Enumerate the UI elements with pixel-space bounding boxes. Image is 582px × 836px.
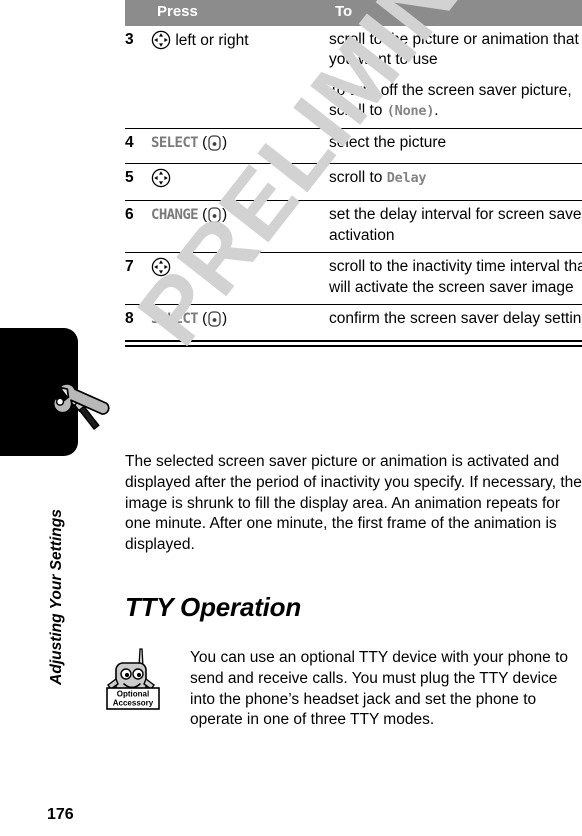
step-to-text: set the delay interval for screen saver … [329,206,582,244]
step-press-text: left or right [175,31,249,49]
header-press: Press [151,0,329,26]
step-press: CHANGE ( ) [151,200,329,254]
table-row: 5 scroll to Delay [125,163,582,202]
content-column: Press To 3 left or right scroll to the p… [106,0,582,728]
step-to-text: confirm the screen saver delay setting [329,310,582,328]
paren-close: ) [222,310,228,328]
step-press: left or right [151,26,329,77]
paren-open: ( [197,310,208,328]
table-row: 8 SELECT ( ) confirm the screen saver de… [125,304,582,342]
step-press: SELECT ( ) [151,128,329,165]
step-to: scroll to the picture or animation that … [329,26,582,77]
step-to-prefix: scroll to [329,169,387,187]
step-press [151,252,329,306]
steps-table: Press To 3 left or right scroll to the p… [125,0,582,342]
soft-key-icon [208,311,221,333]
note-suffix: . [434,102,439,120]
intro-paragraph: The selected screen saver picture or ani… [125,453,582,554]
header-number [125,0,151,26]
accessory-sign-line2: Accessory [113,699,154,708]
optional-accessory-icon: Optional Accessory [106,648,160,710]
step-to-value: Delay [386,170,427,187]
step-press [151,163,329,202]
soft-key-icon [208,207,221,229]
step-to-text: select the picture [329,133,447,151]
chapter-label: Adjusting Your Settings [48,509,65,685]
table-row-continued: To turn off the screen saver picture, sc… [125,76,582,129]
note-prefix: To turn off the screen saver picture, sc… [329,81,572,120]
tty-paragraph: You can use an optional TTY device with … [190,649,569,729]
paren-open: ( [197,133,208,151]
note-value: (None) [386,103,435,120]
table-header-row: Press To [125,0,582,26]
page-title: TTY Operation [125,592,302,622]
step-number: 7 [125,252,151,306]
table-row: 7 scroll to the inactivity time interval [125,252,582,306]
step-to: scroll to Delay [329,163,582,202]
step-to: confirm the screen saver delay setting [329,304,582,342]
softkey-label: CHANGE [151,207,199,224]
paren-close: ) [222,133,228,151]
softkey-label: SELECT [151,134,199,151]
step-to-text: scroll to the inactivity time interval t… [329,258,582,296]
table-bottom-rule [125,344,582,347]
step-number-blank [125,76,151,129]
step-number: 8 [125,304,151,342]
wrench-screwdriver-icon [52,383,110,431]
navigation-key-icon [151,168,171,194]
step-number: 5 [125,163,151,202]
softkey-label: SELECT [151,311,199,328]
table-row: 6 CHANGE ( ) set the delay interval for … [125,200,582,254]
table-row: 3 left or right scroll to the picture or… [125,26,582,77]
navigation-key-icon [151,257,171,283]
header-to: To [329,0,582,26]
accessory-sign-line1: Optional [117,690,149,699]
step-to-note: To turn off the screen saver picture, sc… [329,76,582,129]
step-press: SELECT ( ) [151,304,329,342]
step-to-text: scroll to the picture or animation that … [329,30,579,69]
navigation-key-icon [151,30,171,56]
step-to: select the picture [329,128,582,165]
page-number: 176 [47,806,74,823]
step-number: 6 [125,200,151,254]
table-body: 3 left or right scroll to the picture or… [125,26,582,342]
step-number: 4 [125,128,151,165]
table-header: Press To [125,0,582,26]
paren-open: ( [197,206,208,224]
soft-key-icon [208,134,221,157]
paren-close: ) [222,206,228,224]
step-to: set the delay interval for screen saver … [329,200,582,254]
table-row: 4 SELECT ( ) select the picture [125,128,582,165]
step-press-blank [151,76,329,129]
step-to: scroll to the inactivity time interval t… [329,252,582,306]
step-number: 3 [125,30,134,48]
